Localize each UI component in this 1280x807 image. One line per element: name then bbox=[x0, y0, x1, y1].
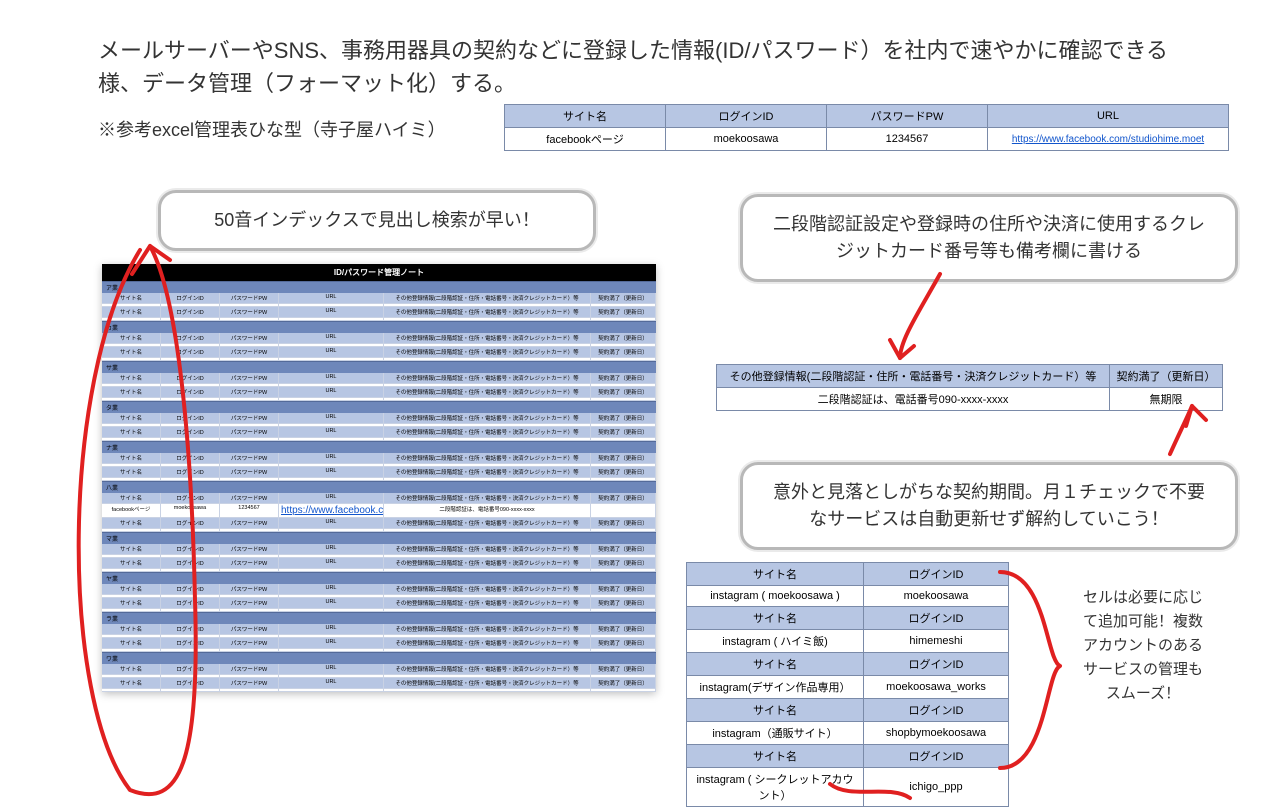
template-sheet: ID/パスワード管理ノート ア業サイト名ログインIDパスワードPWURLその他登… bbox=[102, 264, 656, 692]
td-login: ichigo_ppp bbox=[864, 768, 1009, 807]
group-header: カ業 bbox=[102, 321, 656, 333]
group-header: ワ業 bbox=[102, 652, 656, 664]
sub-note: ※参考excel管理表ひな型（寺子屋ハイミ） bbox=[98, 116, 446, 142]
td-login: moekoosawa bbox=[864, 586, 1009, 607]
td-expiry: 無期限 bbox=[1110, 388, 1223, 411]
td-login: shopbymoekoosawa bbox=[864, 722, 1009, 745]
other-info-table: その他登録情報(二段階認証・住所・電話番号・決済クレジットカード）等 契約満了（… bbox=[716, 364, 1223, 411]
group-header: タ業 bbox=[102, 401, 656, 413]
td-login: moekoosawa bbox=[666, 128, 827, 151]
th-url: URL bbox=[988, 105, 1229, 128]
th-login: ログインID bbox=[666, 105, 827, 128]
group-header: ラ業 bbox=[102, 612, 656, 624]
group-header: ヤ業 bbox=[102, 572, 656, 584]
th-other: その他登録情報(二段階認証・住所・電話番号・決済クレジットカード）等 bbox=[717, 365, 1110, 388]
td-pw: 1234567 bbox=[827, 128, 988, 151]
th-site: サイト名 bbox=[687, 699, 864, 722]
td-site: instagram（通販サイト） bbox=[687, 722, 864, 745]
sheet-title: ID/パスワード管理ノート bbox=[102, 264, 656, 281]
td-site: instagram(デザイン作品専用） bbox=[687, 676, 864, 699]
callout-notes: 二段階認証設定や登録時の住所や決済に使用するクレジットカード番号等も備考欄に書け… bbox=[740, 194, 1238, 282]
td-login: himemeshi bbox=[864, 630, 1009, 653]
th-login: ログインID bbox=[864, 653, 1009, 676]
th-login: ログインID bbox=[864, 607, 1009, 630]
callout-contract: 意外と見落としがちな契約期間。月１チェックで不要なサービスは自動更新せず解約して… bbox=[740, 462, 1238, 550]
th-site: サイト名 bbox=[687, 745, 864, 768]
callout-index: 50音インデックスで見出し検索が早い！ bbox=[158, 190, 596, 251]
th-site: サイト名 bbox=[505, 105, 666, 128]
th-login: ログインID bbox=[864, 745, 1009, 768]
th-expiry: 契約満了（更新日） bbox=[1110, 365, 1223, 388]
page-heading: メールサーバーやSNS、事務用器具の契約などに登録した情報(ID/パスワード）を… bbox=[98, 34, 1188, 100]
th-login: ログインID bbox=[864, 699, 1009, 722]
td-url: https://www.facebook.com/studiohime.moet bbox=[988, 128, 1229, 151]
td-site: facebookページ bbox=[505, 128, 666, 151]
side-note: セルは必要に応じて追加可能！複数アカウントのあるサービスの管理もスムーズ！ bbox=[1078, 586, 1208, 706]
th-login: ログインID bbox=[864, 563, 1009, 586]
th-site: サイト名 bbox=[687, 563, 864, 586]
group-header: 八業 bbox=[102, 481, 656, 493]
sample-url-link[interactable]: https://www.facebook.com/studiohime.moet bbox=[1012, 134, 1204, 145]
group-header: ナ業 bbox=[102, 441, 656, 453]
group-header: ア業 bbox=[102, 281, 656, 293]
td-site: instagram ( シークレットアカウント） bbox=[687, 768, 864, 807]
th-site: サイト名 bbox=[687, 607, 864, 630]
th-site: サイト名 bbox=[687, 653, 864, 676]
td-site: instagram ( ハイミ飯) bbox=[687, 630, 864, 653]
td-other: 二段階認証は、電話番号090-xxxx-xxxx bbox=[717, 388, 1110, 411]
td-login: moekoosawa_works bbox=[864, 676, 1009, 699]
accounts-table: サイト名ログインIDinstagram ( moekoosawa )moekoo… bbox=[686, 562, 1009, 807]
group-header: サ業 bbox=[102, 361, 656, 373]
sample-row-table: サイト名 ログインID パスワードPW URL facebookページ moek… bbox=[504, 104, 1229, 151]
group-header: マ業 bbox=[102, 532, 656, 544]
td-site: instagram ( moekoosawa ) bbox=[687, 586, 864, 607]
th-pw: パスワードPW bbox=[827, 105, 988, 128]
